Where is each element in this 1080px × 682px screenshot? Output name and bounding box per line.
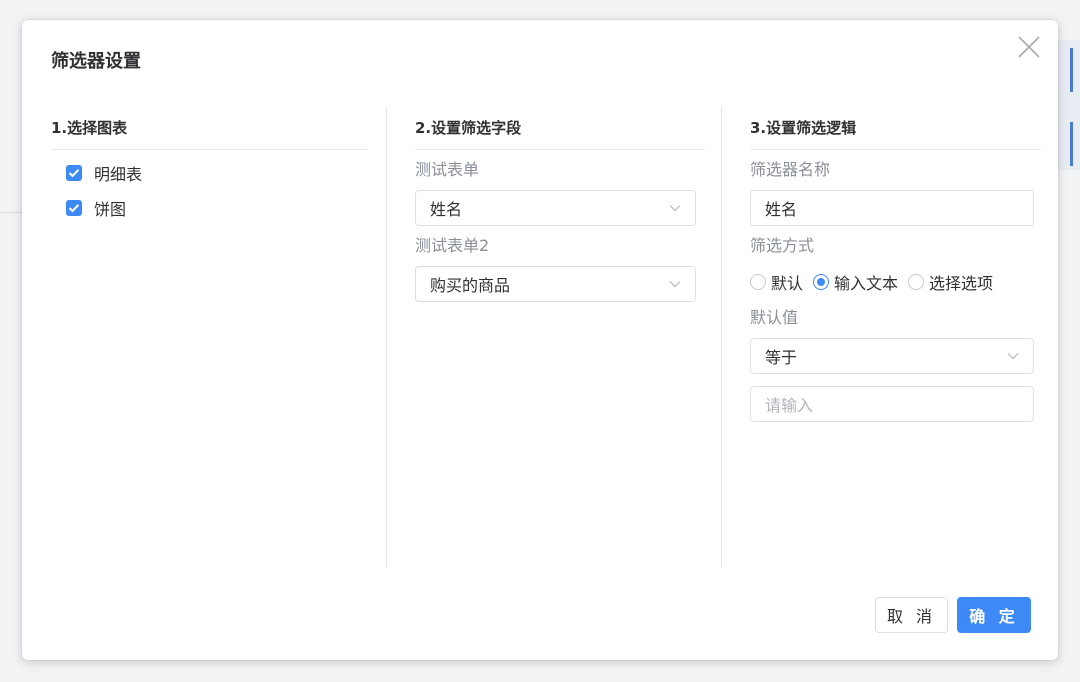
filter-mode-radio-group: 默认 输入文本 选择选项 [750,270,1041,294]
filter-settings-dialog: 筛选器设置 1.选择图表 明细表 饼图 2.设置筛选字段 测试表单 姓名 测试表… [22,20,1058,660]
filter-name-label: 筛选器名称 [750,160,831,179]
filter-logic-column: 3.设置筛选逻辑 筛选器名称 姓名 筛选方式 默认 输入文本 选择选项 默认值 … [721,106,1041,568]
background-panel-edge [1058,40,1080,170]
filter-fields-header: 2.设置筛选字段 [415,106,705,150]
dialog-footer: 取 消 确 定 [875,597,1031,633]
select-value: 购买的商品 [430,276,511,295]
field-select-form1[interactable]: 姓名 [415,190,696,226]
chart-option-detail-table[interactable]: 明细表 [66,161,368,185]
chevron-down-icon [1007,353,1019,360]
filter-fields-column: 2.设置筛选字段 测试表单 姓名 测试表单2 购买的商品 [386,106,721,568]
radio-circle-selected[interactable] [813,274,830,290]
input-placeholder: 请输入 [765,396,814,415]
input-value: 姓名 [765,200,798,219]
close-icon [1018,36,1040,58]
radio-label: 选择选项 [929,274,994,293]
close-button[interactable] [1016,34,1042,60]
radio-label: 输入文本 [834,274,899,293]
radio-input-text[interactable]: 输入文本 [813,270,898,294]
background-stripe [1070,48,1073,92]
form-label: 测试表单 [415,160,480,179]
default-value-input[interactable]: 请输入 [750,386,1034,422]
chart-select-header: 1.选择图表 [51,106,368,150]
background-divider [0,212,24,213]
checkbox-checked[interactable] [66,165,82,181]
background-stripe [1070,122,1073,166]
filter-name-input[interactable]: 姓名 [750,190,1034,226]
operator-select[interactable]: 等于 [750,338,1034,374]
chevron-down-icon [669,205,681,212]
select-value: 姓名 [430,200,463,219]
checkmark-icon [68,169,80,178]
checkbox-checked[interactable] [66,200,82,216]
chart-option-label: 明细表 [94,165,143,184]
radio-default[interactable]: 默认 [750,270,803,294]
filter-mode-label: 筛选方式 [750,236,815,255]
radio-select-option[interactable]: 选择选项 [908,270,993,294]
radio-circle[interactable] [908,274,925,290]
field-select-form2[interactable]: 购买的商品 [415,266,696,302]
select-value: 等于 [765,348,798,367]
confirm-button[interactable]: 确 定 [957,597,1031,633]
radio-label: 默认 [771,274,804,293]
chevron-down-icon [669,281,681,288]
radio-circle[interactable] [750,274,766,290]
checkmark-icon [68,204,80,213]
chart-option-label: 饼图 [94,200,127,219]
chart-select-column: 1.选择图表 明细表 饼图 [51,106,368,568]
cancel-button[interactable]: 取 消 [875,597,948,633]
dialog-title: 筛选器设置 [51,51,141,72]
default-value-label: 默认值 [750,308,799,327]
filter-logic-header: 3.设置筛选逻辑 [750,106,1041,150]
chart-option-pie[interactable]: 饼图 [66,196,368,220]
form-label: 测试表单2 [415,236,490,255]
